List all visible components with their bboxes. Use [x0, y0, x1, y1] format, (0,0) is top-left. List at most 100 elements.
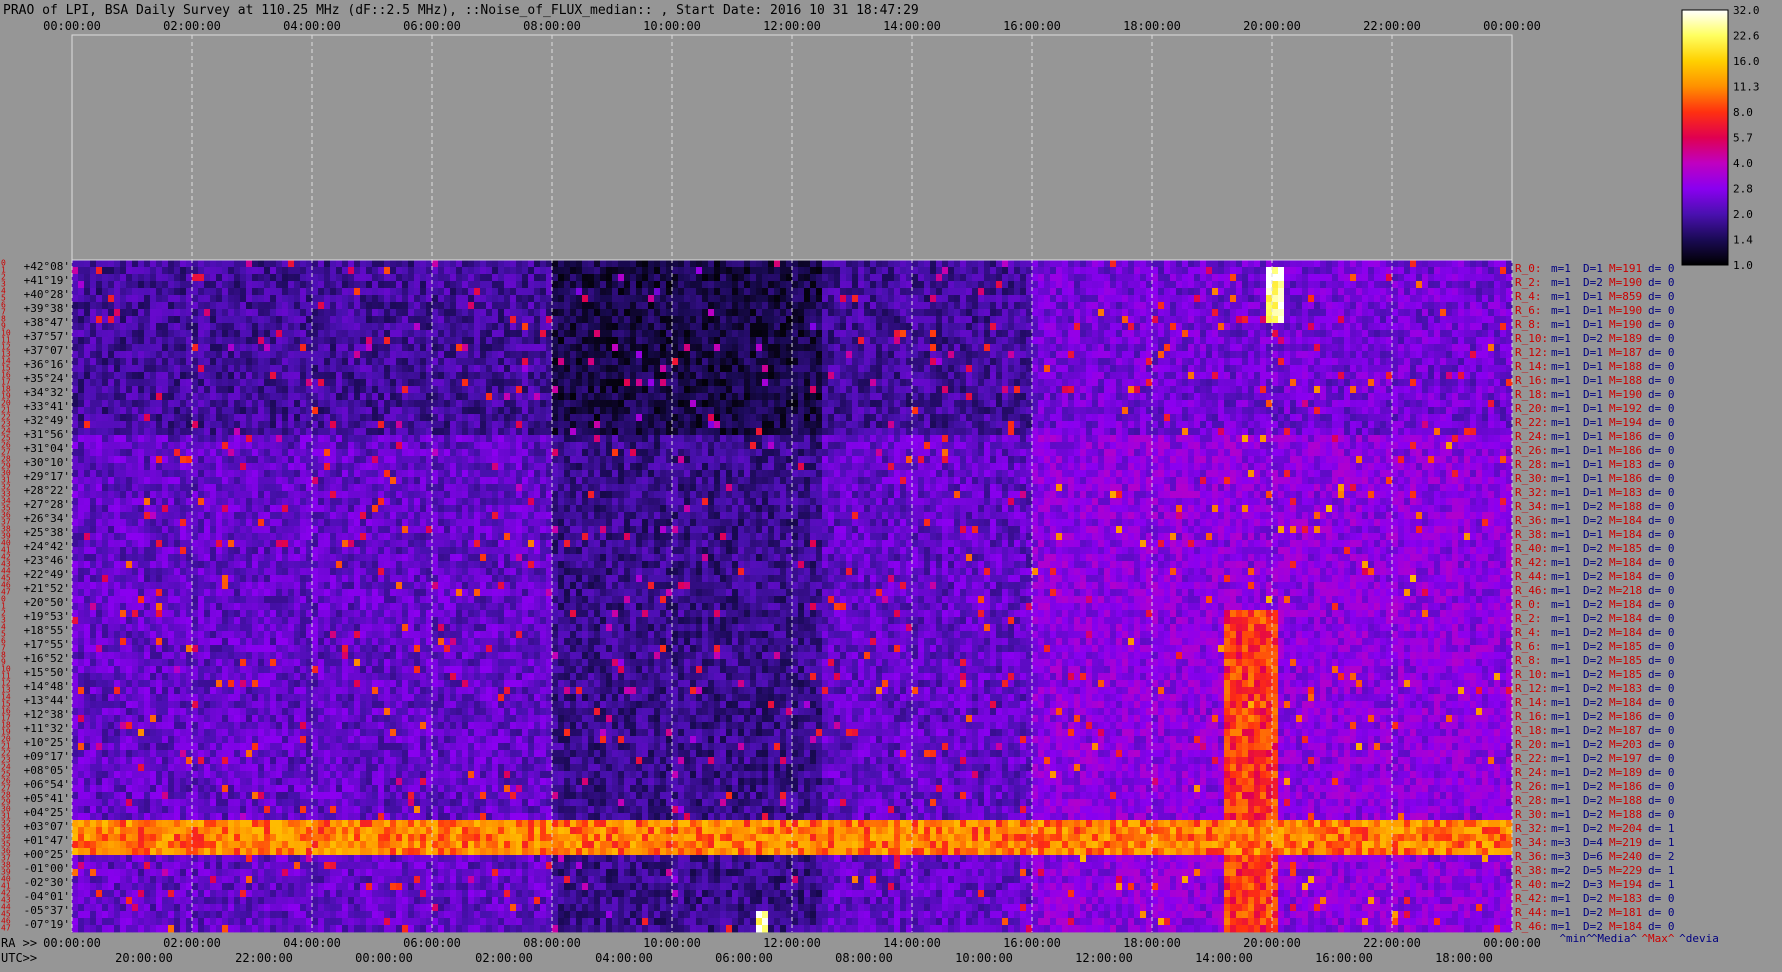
- heat-cell: [978, 358, 984, 365]
- heat-cell: [1044, 316, 1050, 323]
- heat-cell: [1218, 365, 1224, 372]
- heat-cell: [954, 330, 960, 337]
- heat-cell: [792, 379, 798, 386]
- heat-cell: [564, 316, 570, 323]
- heat-cell: [1044, 393, 1050, 400]
- heat-cell: [1344, 358, 1350, 365]
- heat-cell: [1350, 386, 1356, 393]
- heat-cell: [474, 358, 480, 365]
- heat-cell: [960, 358, 966, 365]
- heat-cell: [468, 302, 474, 309]
- heat-cell: [204, 330, 210, 337]
- heat-cell: [90, 302, 96, 309]
- heat-cell: [1008, 295, 1014, 302]
- heat-cell: [954, 351, 960, 358]
- heat-cell: [900, 365, 906, 372]
- heat-cell: [948, 316, 954, 323]
- heat-cell: [1206, 302, 1212, 309]
- heat-cell: [444, 386, 450, 393]
- heat-cell: [1290, 323, 1296, 330]
- heat-cell: [1404, 288, 1410, 295]
- heat-cell: [1290, 309, 1296, 316]
- heat-cell: [1452, 316, 1458, 323]
- heat-cell: [936, 330, 942, 337]
- heat-cell: [654, 260, 660, 267]
- heat-cell: [1026, 260, 1032, 267]
- heat-cell: [1350, 365, 1356, 372]
- heat-cell: [726, 393, 732, 400]
- heat-cell: [108, 288, 114, 295]
- heat-cell: [996, 400, 1002, 407]
- heat-cell: [762, 302, 768, 309]
- heat-cell: [396, 260, 402, 267]
- heat-cell: [852, 316, 858, 323]
- heat-cell: [906, 393, 912, 400]
- heat-cell: [906, 400, 912, 407]
- heat-cell: [1062, 281, 1068, 288]
- heat-cell: [108, 316, 114, 323]
- heat-cell: [1032, 274, 1038, 281]
- heat-cell: [1326, 274, 1332, 281]
- heat-cell: [1002, 260, 1008, 267]
- heat-cell: [162, 393, 168, 400]
- heat-cell: [966, 351, 972, 358]
- heat-cell: [1254, 365, 1260, 372]
- heat-cell: [1272, 372, 1278, 379]
- heat-cell: [492, 260, 498, 267]
- heat-cell: [714, 365, 720, 372]
- heat-cell: [1314, 337, 1320, 344]
- heat-cell: [768, 323, 774, 330]
- heat-cell: [1464, 330, 1470, 337]
- heat-cell: [1266, 351, 1272, 358]
- heat-cell: [546, 358, 552, 365]
- heat-cell: [1188, 358, 1194, 365]
- heat-cell: [768, 379, 774, 386]
- heat-cell: [1020, 288, 1026, 295]
- heat-cell: [1410, 372, 1416, 379]
- heat-cell: [276, 330, 282, 337]
- heat-cell: [1422, 267, 1428, 274]
- heat-cell: [354, 344, 360, 351]
- heat-cell: [1356, 344, 1362, 351]
- heat-cell: [360, 281, 366, 288]
- heat-cell: [126, 302, 132, 309]
- heat-cell: [96, 323, 102, 330]
- heat-cell: [876, 372, 882, 379]
- heat-cell: [390, 365, 396, 372]
- heat-cell: [234, 344, 240, 351]
- heat-cell: [246, 260, 252, 267]
- heat-cell: [558, 337, 564, 344]
- heat-cell: [996, 344, 1002, 351]
- heat-cell: [1140, 316, 1146, 323]
- heat-cell: [174, 337, 180, 344]
- heat-cell: [684, 358, 690, 365]
- heat-cell: [324, 323, 330, 330]
- heat-cell: [672, 330, 678, 337]
- heat-cell: [948, 302, 954, 309]
- heat-cell: [1056, 386, 1062, 393]
- heat-cell: [1104, 323, 1110, 330]
- heat-cell: [564, 288, 570, 295]
- heat-cell: [1230, 386, 1236, 393]
- heat-cell: [624, 323, 630, 330]
- heat-cell: [1326, 337, 1332, 344]
- heat-cell: [906, 281, 912, 288]
- heat-cell: [750, 330, 756, 337]
- heat-cell: [1470, 309, 1476, 316]
- heat-cell: [1122, 295, 1128, 302]
- heat-cell: [1476, 274, 1482, 281]
- heat-cell: [1116, 337, 1122, 344]
- heat-cell: [792, 351, 798, 358]
- heat-cell: [468, 295, 474, 302]
- heat-cell: [870, 386, 876, 393]
- heat-cell: [1080, 400, 1086, 407]
- heat-cell: [630, 281, 636, 288]
- heat-cell: [864, 309, 870, 316]
- heat-cell: [1062, 288, 1068, 295]
- heat-cell: [894, 267, 900, 274]
- heat-cell: [804, 372, 810, 379]
- heat-cell: [438, 302, 444, 309]
- heat-cell: [942, 302, 948, 309]
- heat-cell: [414, 337, 420, 344]
- heat-cell: [132, 281, 138, 288]
